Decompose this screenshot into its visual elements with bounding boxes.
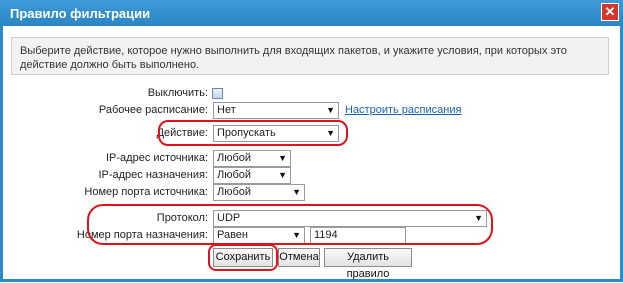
src-ip-row: IP-адрес источника:: [3, 150, 208, 168]
src-ip-value: Любой: [217, 152, 252, 164]
chevron-down-icon: ▼: [292, 187, 301, 197]
schedule-label: Рабочее расписание:: [98, 104, 208, 116]
dst-ip-select[interactable]: Любой ▼: [213, 167, 291, 184]
disable-row: Выключить:: [3, 85, 208, 103]
protocol-port-highlight: [87, 204, 493, 245]
dialog-content: Выберите действие, которое нужно выполни…: [3, 26, 620, 280]
cancel-button[interactable]: Отмена: [278, 248, 320, 267]
schedule-value: Нет: [217, 104, 236, 116]
schedule-row: Рабочее расписание:: [3, 102, 208, 120]
schedule-select[interactable]: Нет ▼: [213, 102, 339, 119]
chevron-down-icon: ▼: [326, 105, 335, 115]
save-highlight: [208, 244, 278, 271]
src-port-label: Номер порта источника:: [84, 186, 208, 198]
configure-schedules-link[interactable]: Настроить расписания: [345, 104, 461, 116]
src-port-select[interactable]: Любой ▼: [213, 184, 305, 201]
src-ip-label: IP-адрес источника:: [106, 152, 208, 164]
dst-ip-row: IP-адрес назначения:: [3, 167, 208, 185]
disable-checkbox[interactable]: [212, 88, 223, 99]
action-highlight: [158, 120, 348, 146]
info-panel: Выберите действие, которое нужно выполни…: [11, 37, 609, 75]
src-port-row: Номер порта источника:: [3, 184, 208, 202]
chevron-down-icon: ▼: [278, 170, 287, 180]
dialog-titlebar: Правило фильтрации ✕: [0, 0, 623, 26]
filter-rule-dialog: Правило фильтрации ✕ Выберите действие, …: [0, 0, 623, 282]
disable-label: Выключить:: [147, 87, 208, 99]
dialog-title: Правило фильтрации: [10, 6, 151, 21]
dst-ip-value: Любой: [217, 169, 252, 181]
chevron-down-icon: ▼: [278, 153, 287, 163]
delete-rule-button[interactable]: Удалить правило: [324, 248, 412, 280]
src-ip-select[interactable]: Любой ▼: [213, 150, 291, 167]
src-port-value: Любой: [217, 186, 252, 198]
dst-ip-label: IP-адрес назначения:: [98, 169, 208, 181]
close-icon[interactable]: ✕: [601, 3, 619, 21]
